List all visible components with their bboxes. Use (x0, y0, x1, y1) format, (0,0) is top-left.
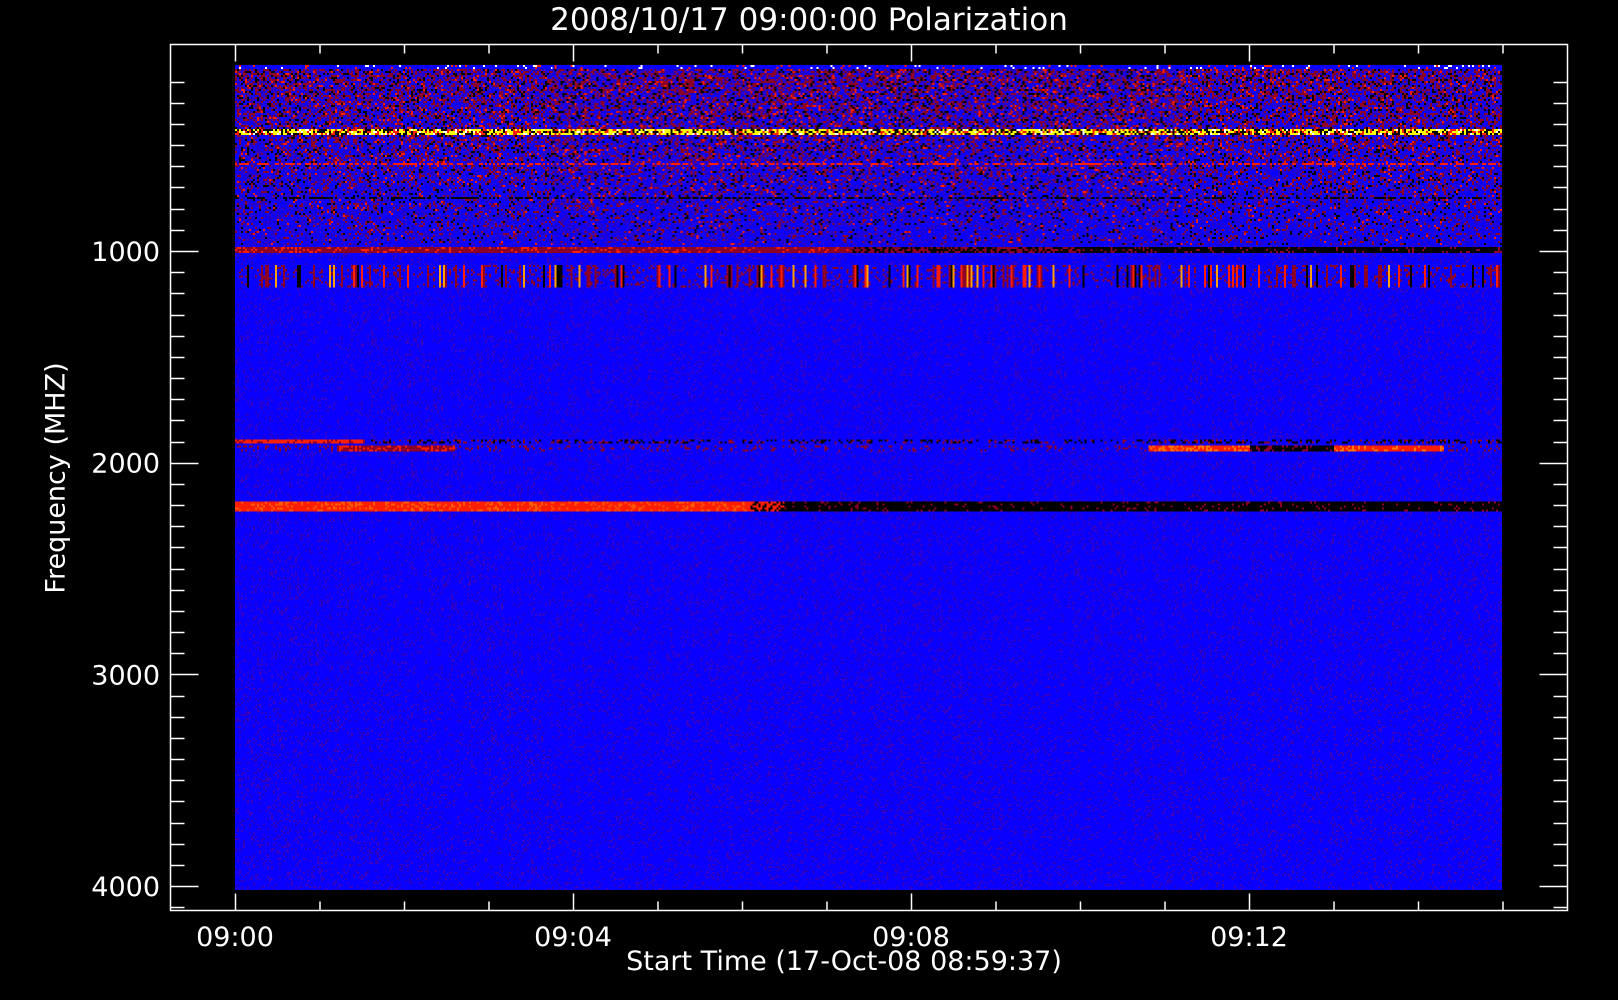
y-tick-label: 3000 (91, 660, 160, 691)
plot-frame (169, 43, 1569, 912)
y-axis-label: Frequency (MHZ) (40, 362, 72, 594)
y-tick-label: 2000 (91, 449, 160, 480)
y-tick-label: 4000 (91, 872, 160, 903)
axes: 09:00 09:04 09:08 09:121000200030004000 (91, 43, 1569, 953)
y-tick-label: 1000 (91, 237, 160, 268)
x-axis-label: Start Time (17-Oct-08 08:59:37) (626, 946, 1062, 977)
